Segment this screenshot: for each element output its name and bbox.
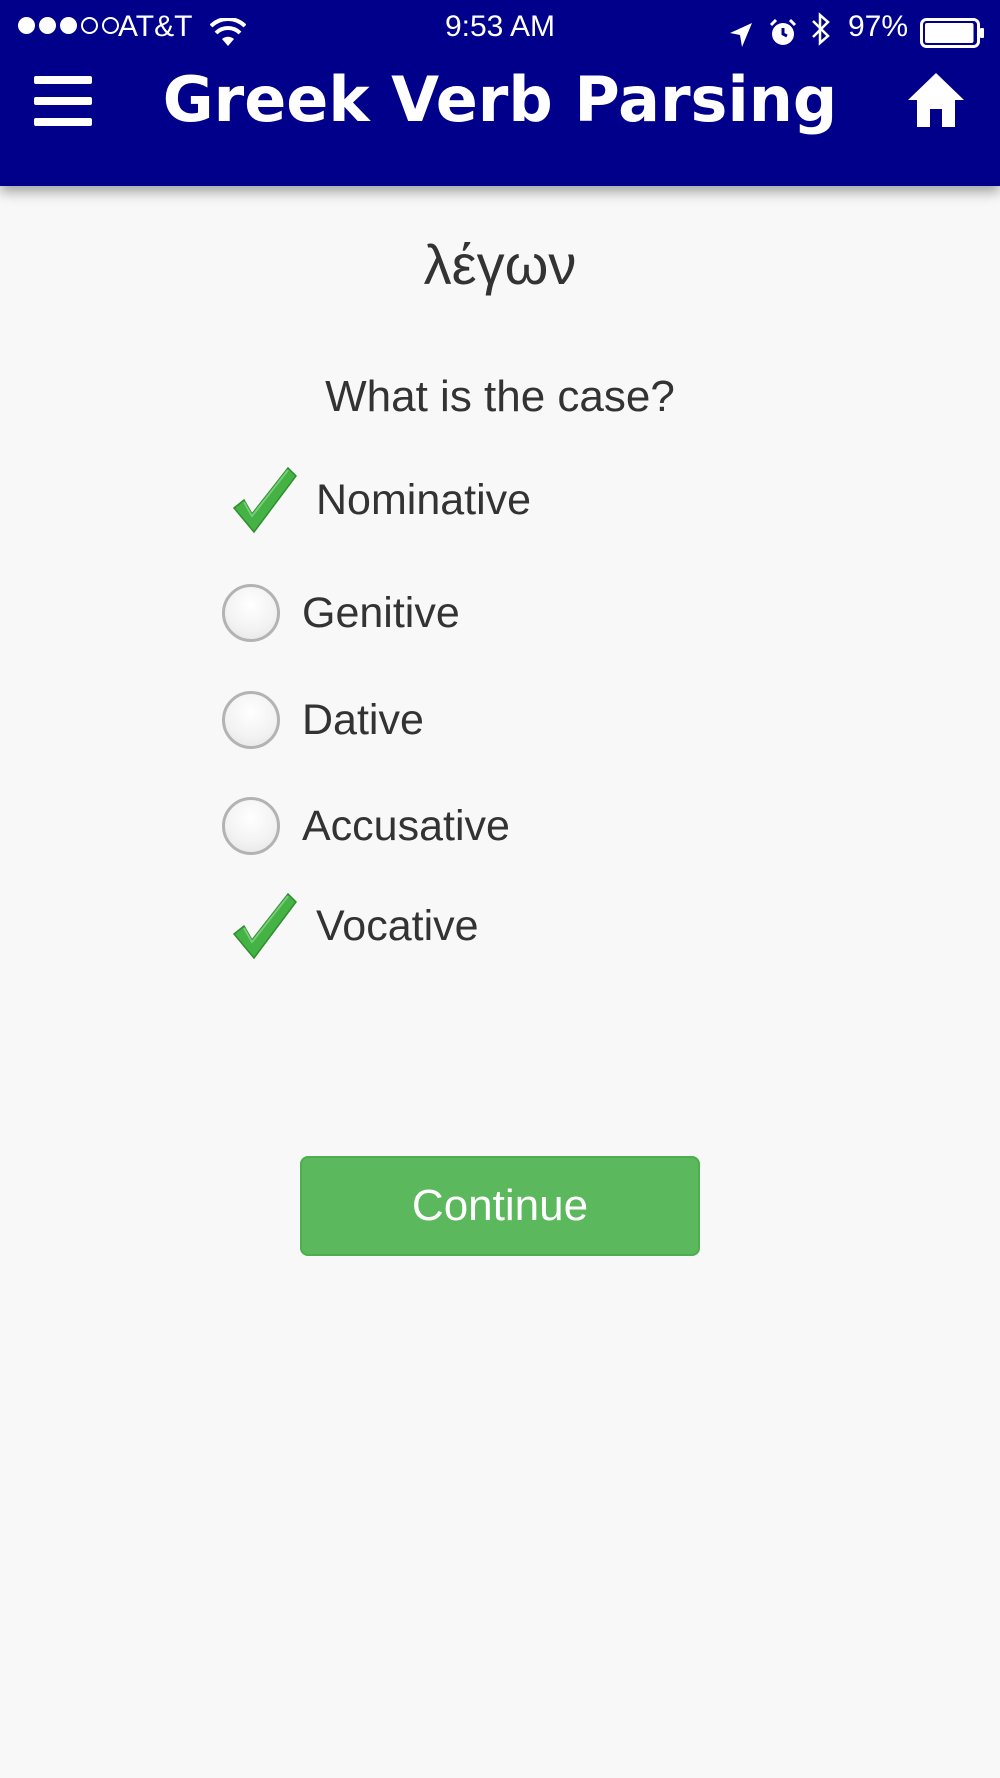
checkmark-icon (230, 464, 302, 536)
option-label: Vocative (316, 901, 479, 950)
option-vocative[interactable]: Vocative (222, 892, 479, 960)
option-label: Dative (302, 695, 424, 744)
question-text: What is the case? (325, 372, 675, 421)
alarm-clock-icon (768, 12, 798, 66)
battery-icon (920, 12, 986, 66)
option-label: Genitive (302, 588, 460, 637)
option-dative[interactable]: Dative (222, 688, 424, 752)
app-header: AT&T 9:53 AM 97% Greek Verb Parsing (0, 0, 1000, 186)
option-nominative[interactable]: Nominative (222, 466, 532, 534)
option-label: Nominative (316, 475, 532, 524)
radio-button (222, 691, 280, 749)
greek-word: λέγων (423, 233, 577, 296)
continue-button[interactable]: Continue (300, 1156, 700, 1256)
battery-percent: 97% (848, 10, 909, 43)
location-arrow-icon (728, 13, 754, 67)
option-accusative[interactable]: Accusative (222, 794, 510, 858)
app-title: Greek Verb Parsing (162, 63, 838, 136)
home-icon (908, 73, 964, 127)
option-label: Accusative (302, 801, 510, 850)
home-button[interactable] (906, 70, 966, 135)
radio-button (222, 797, 280, 855)
bluetooth-icon (810, 10, 832, 64)
radio-button (222, 584, 280, 642)
option-genitive[interactable]: Genitive (222, 581, 460, 645)
status-bar: AT&T 9:53 AM 97% (0, 0, 1000, 54)
checkmark-icon (230, 890, 302, 962)
